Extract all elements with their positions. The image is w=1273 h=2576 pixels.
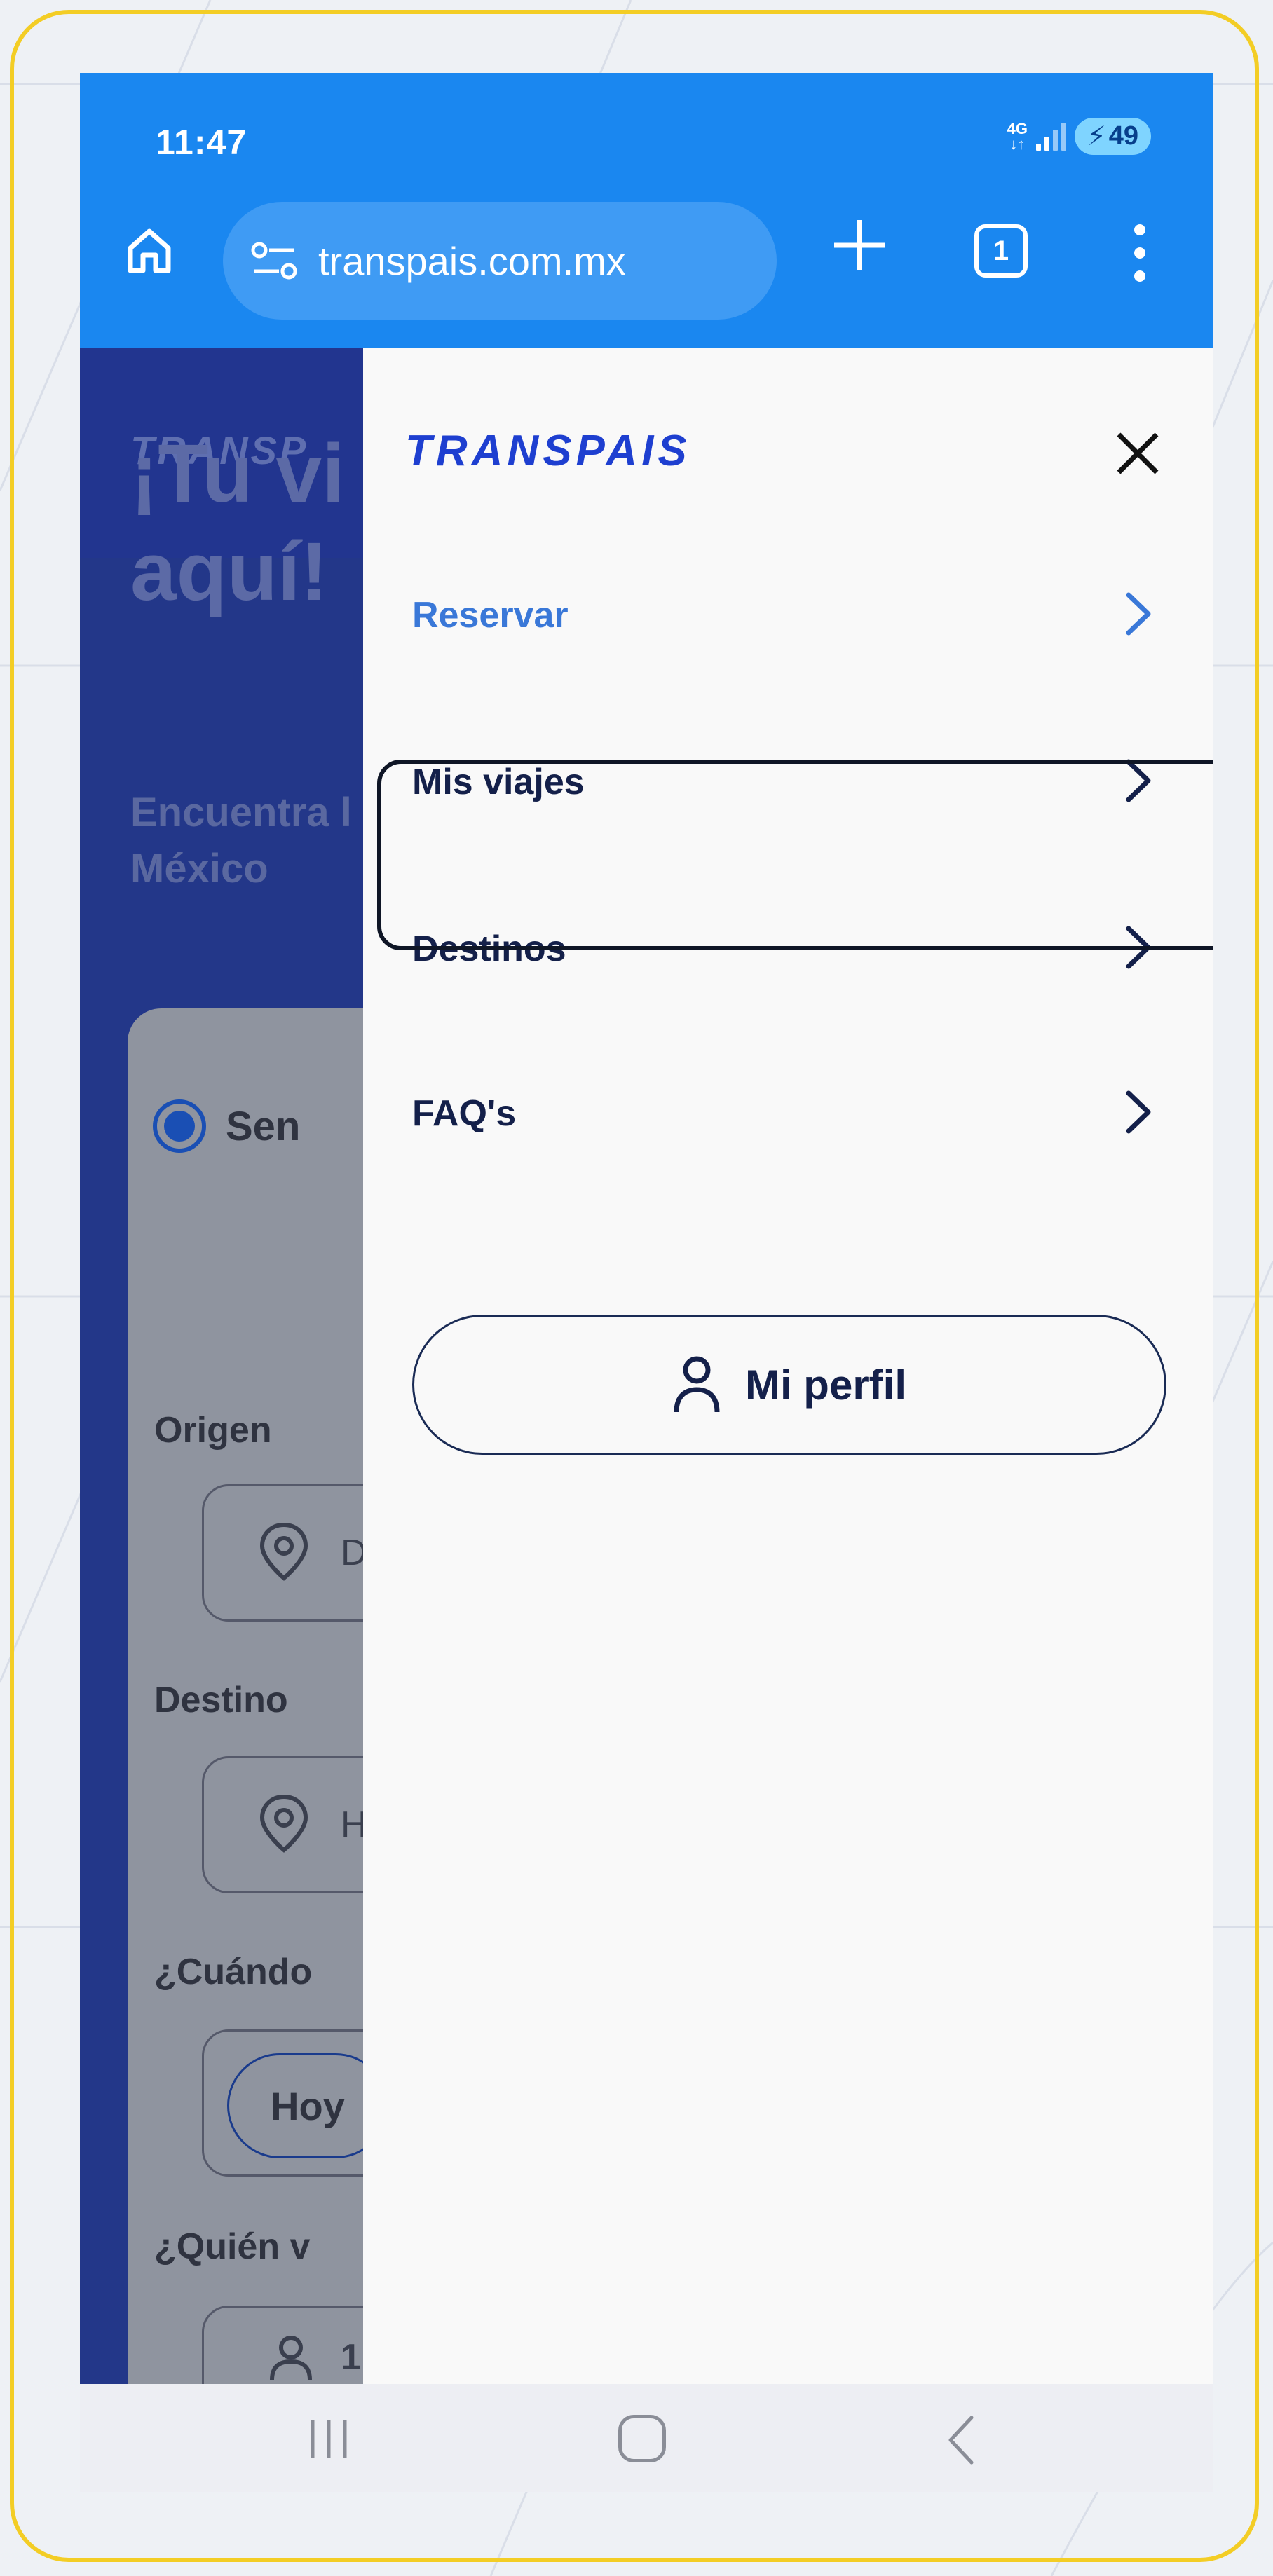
passengers-label: ¿Quién v xyxy=(154,2226,311,2267)
profile-button[interactable]: Mi perfil xyxy=(412,1315,1166,1455)
tab-switcher-button[interactable]: 1 xyxy=(974,224,1028,278)
network-indicator: 4G ↓↑ xyxy=(1007,119,1028,153)
url-text: transpais.com.mx xyxy=(318,238,626,283)
close-icon[interactable] xyxy=(1110,426,1165,481)
location-pin-icon xyxy=(259,1794,308,1853)
trip-type-radio[interactable] xyxy=(153,1099,206,1153)
user-icon xyxy=(674,1356,720,1413)
phone-screen: 11:47 4G ↓↑ ⚡ 49 transpais.com.mx 1 TRAN… xyxy=(80,73,1213,2492)
battery-indicator: ⚡ 49 xyxy=(1075,118,1151,155)
person-icon xyxy=(270,2336,312,2380)
trip-type-label: Sen xyxy=(226,1104,301,1149)
hero-title: ¡Tu vi aquí! xyxy=(130,427,345,618)
menu-item-reservar[interactable]: Reservar xyxy=(363,544,1213,684)
drawer-logo: TRANSPAIS xyxy=(405,427,691,475)
chevron-right-icon xyxy=(1126,1090,1151,1134)
site-settings-icon[interactable] xyxy=(250,240,299,282)
status-time: 11:47 xyxy=(156,123,247,162)
charging-icon: ⚡ xyxy=(1087,122,1106,151)
system-nav-bar xyxy=(80,2384,1213,2492)
menu-item-faqs[interactable]: FAQ's xyxy=(363,1038,1213,1178)
passengers-value: 1 xyxy=(341,2337,361,2378)
chevron-right-icon xyxy=(1126,592,1151,636)
tab-count: 1 xyxy=(993,235,1009,266)
highlight-box-mis-viajes xyxy=(377,760,1213,950)
home-nav-icon[interactable] xyxy=(618,2415,666,2462)
date-label: ¿Cuándo xyxy=(154,1952,313,1992)
signal-icon xyxy=(1036,122,1067,151)
hero-subtitle: Encuentra l México xyxy=(130,790,352,891)
new-tab-icon[interactable] xyxy=(824,210,894,280)
location-pin-icon xyxy=(259,1522,308,1581)
more-menu-icon[interactable] xyxy=(1131,221,1148,285)
recent-apps-icon[interactable] xyxy=(306,2415,352,2464)
home-icon[interactable] xyxy=(125,226,174,275)
profile-label: Mi perfil xyxy=(744,1361,906,1409)
status-icons: 4G ↓↑ ⚡ 49 xyxy=(1007,118,1151,155)
menu-item-label: Reservar xyxy=(412,595,569,636)
destination-label: Destino xyxy=(154,1680,288,1720)
browser-chrome: 11:47 4G ↓↑ ⚡ 49 transpais.com.mx 1 xyxy=(80,73,1213,348)
origin-label: Origen xyxy=(154,1410,272,1451)
back-icon[interactable] xyxy=(944,2412,979,2468)
navigation-drawer: TRANSPAIS Reservar Mis viajes Destinos F… xyxy=(363,348,1213,2384)
menu-item-label: FAQ's xyxy=(412,1093,517,1134)
address-bar[interactable]: transpais.com.mx xyxy=(223,202,777,320)
